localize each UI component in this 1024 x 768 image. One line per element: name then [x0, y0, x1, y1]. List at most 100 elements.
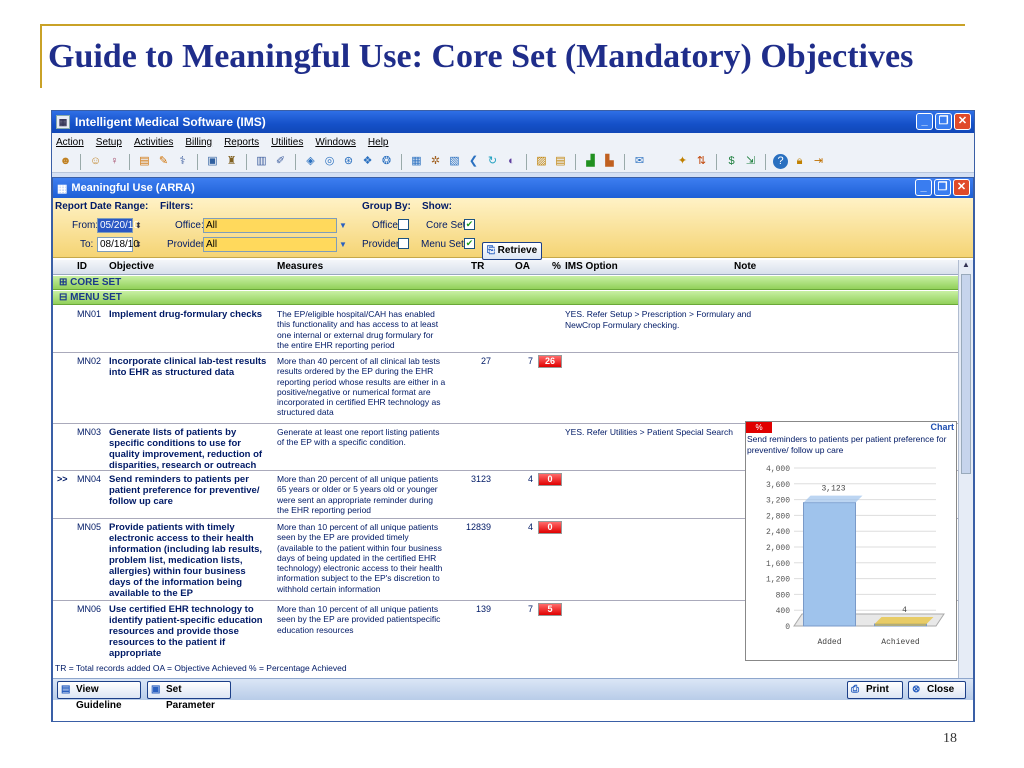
from-date-input[interactable]: 05/20/10 — [97, 218, 139, 233]
col-tr[interactable]: TR — [471, 261, 484, 272]
user-icon[interactable]: ☻ — [58, 154, 73, 169]
sort-icon[interactable]: ⇅ — [694, 154, 709, 169]
lab-icon[interactable]: ♜ — [224, 154, 239, 169]
col-id[interactable]: ID — [77, 261, 87, 272]
share-icon[interactable]: ◈ — [303, 154, 318, 169]
group-core-set[interactable]: ⊞ CORE SET — [53, 276, 959, 290]
group-menu-set[interactable]: ⊟ MENU SET — [53, 291, 959, 305]
import-icon[interactable]: ⇲ — [743, 154, 758, 169]
wand-icon[interactable]: ✦ — [675, 154, 690, 169]
calc-icon[interactable]: ▣ — [205, 154, 220, 169]
set-parameter-button[interactable]: ▣ Set Parameter — [147, 681, 231, 711]
grid-icon[interactable]: ▦ — [409, 154, 424, 169]
child-close-icon[interactable]: ✕ — [953, 179, 970, 196]
menu-reports[interactable]: Reports — [224, 137, 259, 148]
child-restore-icon[interactable]: ❐ — [934, 179, 951, 196]
table-row[interactable]: MN02 Incorporate clinical lab-test resul… — [53, 353, 959, 424]
office-lookup-icon[interactable]: ▼ — [339, 218, 349, 233]
menu-windows[interactable]: Windows — [315, 137, 356, 148]
minimize-icon[interactable]: _ — [916, 113, 933, 130]
vertical-scrollbar[interactable]: ▲ ▼ — [958, 260, 973, 692]
col-oa[interactable]: OA — [515, 261, 530, 272]
collapse-icon[interactable]: ⊟ — [59, 292, 70, 303]
network-icon[interactable]: ⊛ — [341, 154, 356, 169]
y-tick-label: 3,200 — [766, 497, 790, 506]
col-ims-option[interactable]: IMS Option — [565, 261, 618, 272]
col-measures[interactable]: Measures — [277, 261, 323, 272]
close-button[interactable]: ⊗ Close — [908, 681, 966, 699]
group-office-label: Office: — [372, 220, 401, 231]
money-icon[interactable]: $ — [724, 154, 739, 169]
menu-bar: Action Setup Activities Billing Reports … — [52, 133, 974, 151]
menu-activities[interactable]: Activities — [134, 137, 173, 148]
close-icon[interactable]: ✕ — [954, 113, 971, 130]
row-pct-badge: 0 — [538, 521, 562, 534]
expand-icon[interactable]: ⊞ — [59, 277, 70, 288]
from-spinner-icon[interactable]: ⬍ — [135, 218, 145, 233]
provider-lookup-icon[interactable]: ▼ — [339, 237, 349, 252]
tools-icon[interactable]: ✲ — [428, 154, 443, 169]
scheduler-icon[interactable]: ⚕ — [175, 154, 190, 169]
inbox-icon[interactable]: ✉ — [632, 154, 647, 169]
slide-number: 18 — [943, 731, 957, 746]
group-office-checkbox[interactable] — [398, 219, 409, 230]
chart-link[interactable]: Chart — [930, 422, 954, 432]
print-preview-icon[interactable]: ▤ — [553, 154, 568, 169]
row-id: MN02 — [77, 356, 102, 366]
menu-set-checkbox[interactable]: ✔ — [464, 238, 475, 249]
retrieve-button[interactable]: ⎘ Retrieve — [482, 242, 542, 260]
scroll-up-icon[interactable]: ▲ — [959, 260, 973, 272]
document-icon[interactable]: ▨ — [534, 154, 549, 169]
report-icon[interactable]: ▥ — [254, 154, 269, 169]
bar-chart-icon[interactable]: ▙ — [602, 154, 617, 169]
help-icon[interactable]: ? — [773, 154, 788, 169]
globe-icon[interactable]: ◎ — [322, 154, 337, 169]
window-title: Meaningful Use (ARRA) — [71, 182, 195, 194]
col-objective[interactable]: Objective — [109, 261, 154, 272]
view-guideline-button[interactable]: ▤ View Guideline — [57, 681, 141, 711]
child-minimize-icon[interactable]: _ — [915, 179, 932, 196]
table-row[interactable]: MN01 Implement drug-formulary checks The… — [53, 306, 959, 353]
row-pct-badge: 26 — [538, 355, 562, 368]
doctor-icon[interactable]: ♀ — [107, 154, 122, 169]
row-id: MN04 — [77, 474, 102, 484]
menu-action[interactable]: Action — [56, 137, 84, 148]
chart-bar — [803, 502, 856, 627]
scroll-thumb[interactable] — [961, 274, 971, 474]
patient-icon[interactable]: ☺ — [88, 154, 103, 169]
folder-icon[interactable]: ▤ — [137, 154, 152, 169]
to-date-input[interactable]: 08/18/10 — [97, 237, 139, 252]
col-note[interactable]: Note — [734, 261, 756, 272]
guideline-icon: ▤ — [61, 684, 71, 695]
print-button[interactable]: ⎙ Print — [847, 681, 903, 699]
menu-billing[interactable]: Billing — [185, 137, 212, 148]
chart-bar — [874, 623, 927, 627]
back-icon[interactable]: ❮ — [466, 154, 481, 169]
y-tick-label: 4,000 — [766, 465, 790, 474]
link-icon[interactable]: ❖ — [360, 154, 375, 169]
restore-icon[interactable]: ❐ — [935, 113, 952, 130]
y-tick-label: 2,800 — [766, 512, 790, 521]
close-circle-icon: ⊗ — [912, 684, 921, 695]
row-tr: 27 — [480, 356, 491, 366]
core-set-checkbox[interactable]: ✔ — [464, 219, 475, 230]
show-label: Show: — [422, 201, 452, 212]
refresh-icon[interactable]: ↻ — [485, 154, 500, 169]
group-provider-checkbox[interactable] — [398, 238, 409, 249]
provider-filter-input[interactable]: All — [203, 237, 337, 252]
row-objective: Use certified EHR technology to identify… — [109, 604, 263, 659]
help-ball-icon[interactable]: ◐ — [504, 154, 519, 169]
image-icon[interactable]: ▧ — [447, 154, 462, 169]
col-pct[interactable]: % — [552, 261, 561, 272]
sync-icon[interactable]: ❂ — [379, 154, 394, 169]
menu-help[interactable]: Help — [368, 137, 389, 148]
menu-utilities[interactable]: Utilities — [271, 137, 303, 148]
chart-icon[interactable]: ▟ — [583, 154, 598, 169]
to-spinner-icon[interactable]: ⬍ — [135, 237, 145, 252]
menu-setup[interactable]: Setup — [96, 137, 122, 148]
lock-icon[interactable]: 🔒︎ — [792, 154, 807, 169]
notes-icon[interactable]: ✎ — [156, 154, 171, 169]
office-filter-input[interactable]: All — [203, 218, 337, 233]
edit-icon[interactable]: ✐ — [273, 154, 288, 169]
exit-icon[interactable]: ⇥ — [811, 154, 826, 169]
